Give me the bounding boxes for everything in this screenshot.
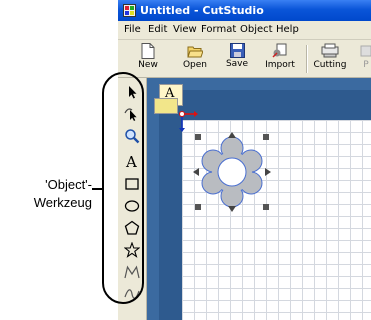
- app-icon: [123, 4, 136, 17]
- callout-leader-line: [92, 188, 104, 190]
- new-button-label: New: [138, 60, 158, 70]
- annotation-label: 'Object'- Werkzeug: [0, 176, 92, 212]
- window-title: Untitled - CutStudio: [140, 4, 264, 17]
- open-button[interactable]: Open: [176, 42, 214, 76]
- main-toolbar: New Open Save Import Cutting P: [118, 40, 371, 78]
- origin-axis-icon: [179, 111, 198, 132]
- save-button[interactable]: Save: [218, 42, 256, 76]
- import-button[interactable]: Import: [261, 42, 299, 76]
- annotation-line-1: 'Object'-: [45, 177, 92, 192]
- menu-bar: File Edit View Format Object Help: [118, 21, 371, 40]
- menu-object[interactable]: Object: [240, 24, 273, 35]
- truncated-button-label: P: [363, 60, 369, 70]
- truncated-button-icon: [360, 45, 371, 57]
- cutstudio-window: Untitled - CutStudio File Edit View Form…: [118, 0, 371, 320]
- title-bar[interactable]: Untitled - CutStudio: [118, 0, 371, 21]
- cutting-button-label: Cutting: [313, 60, 347, 70]
- truncated-toolbar-button[interactable]: P: [356, 42, 371, 76]
- import-button-label: Import: [265, 60, 295, 70]
- save-disk-icon: [229, 43, 245, 58]
- cutting-button[interactable]: Cutting: [311, 42, 349, 76]
- toolbox-highlight-oval: [102, 72, 144, 304]
- menu-format[interactable]: Format: [201, 24, 236, 35]
- menu-edit[interactable]: Edit: [148, 24, 167, 35]
- menu-file[interactable]: File: [124, 24, 141, 35]
- menu-help[interactable]: Help: [276, 24, 299, 35]
- annotation-line-2: Werkzeug: [33, 195, 92, 210]
- menu-view[interactable]: View: [173, 24, 197, 35]
- open-folder-icon: [187, 46, 203, 58]
- toolbar-separator: [306, 45, 308, 73]
- save-button-label: Save: [225, 59, 249, 69]
- selected-flower-shape[interactable]: [192, 131, 272, 213]
- import-icon: [272, 43, 287, 58]
- new-document-icon: [141, 43, 155, 59]
- left-ruler: [147, 78, 159, 320]
- new-button[interactable]: New: [129, 42, 167, 76]
- cutting-plotter-icon: [321, 43, 339, 58]
- open-button-label: Open: [182, 60, 208, 70]
